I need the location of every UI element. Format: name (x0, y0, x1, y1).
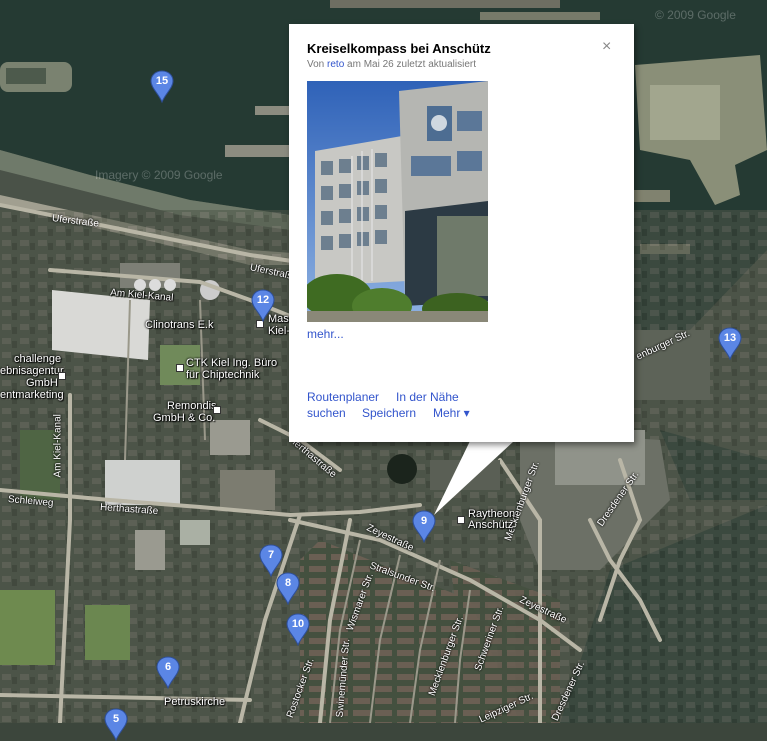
close-icon[interactable]: × (602, 39, 611, 55)
map-marker-8[interactable]: 8 (276, 572, 300, 605)
map-marker-10[interactable]: 10 (286, 613, 310, 646)
poi-dot (176, 364, 184, 372)
meta-suffix: am Mai 26 zuletzt aktualisiert (347, 59, 476, 70)
route-planner-link[interactable]: Routenplaner (307, 390, 379, 404)
info-window-title: Kreiselkompass bei Anschütz (307, 41, 491, 56)
copyright-notice: © 2009 Google (655, 8, 736, 22)
building-photo (307, 81, 488, 322)
more-link[interactable]: mehr... (307, 327, 344, 341)
place-label-remondis: Remondis (167, 400, 217, 412)
search-nearby-link[interactable]: suchen (307, 406, 346, 420)
place-label-ctk: für Chiptechnik (186, 369, 260, 381)
place-label-challenge: ebnisagentur (0, 365, 64, 377)
map-marker-9[interactable]: 9 (412, 510, 436, 543)
author-link[interactable]: reto (327, 59, 344, 70)
poi-dot (213, 406, 221, 414)
save-link[interactable]: Speichern (362, 406, 416, 420)
imagery-watermark: Imagery © 2009 Google (95, 168, 223, 182)
poi-dot (457, 516, 465, 524)
place-label-ctk: CTK Kiel Ing. Büro (186, 357, 278, 369)
info-window-meta: Von reto am Mai 26 zuletzt aktualisiert (307, 59, 476, 70)
place-label-challenge: entmarketing (0, 389, 64, 401)
map-marker-6[interactable]: 6 (156, 656, 180, 689)
place-label-petruskirche: Petruskirche (164, 696, 226, 708)
map-marker-13[interactable]: 13 (718, 327, 742, 360)
poi-dot (58, 372, 66, 380)
place-label-masc: Kiel- (268, 325, 291, 337)
place-label-clinotrans: Clinotrans E.k (145, 319, 214, 331)
nearby-link[interactable]: In der Nähe (396, 390, 459, 404)
place-label-challenge: challenge (14, 353, 62, 365)
meta-prefix: Von (307, 59, 325, 70)
place-label-challenge: GmbH (26, 377, 58, 389)
info-window: Kreiselkompass bei Anschütz Von reto am … (289, 24, 634, 442)
place-label-remondis: GmbH & Co. (153, 412, 216, 424)
place-label-raytheon: Anschütz (468, 519, 514, 531)
map-marker-15[interactable]: 15 (150, 70, 174, 103)
location-photo[interactable] (307, 81, 488, 322)
more-menu-link[interactable]: Mehr ▾ (433, 406, 470, 420)
map-marker-5[interactable]: 5 (104, 708, 128, 741)
map-marker-12[interactable]: 12 (251, 289, 275, 322)
street-label-am-kiel-kanal: Am Kiel-Kanal (52, 414, 64, 478)
